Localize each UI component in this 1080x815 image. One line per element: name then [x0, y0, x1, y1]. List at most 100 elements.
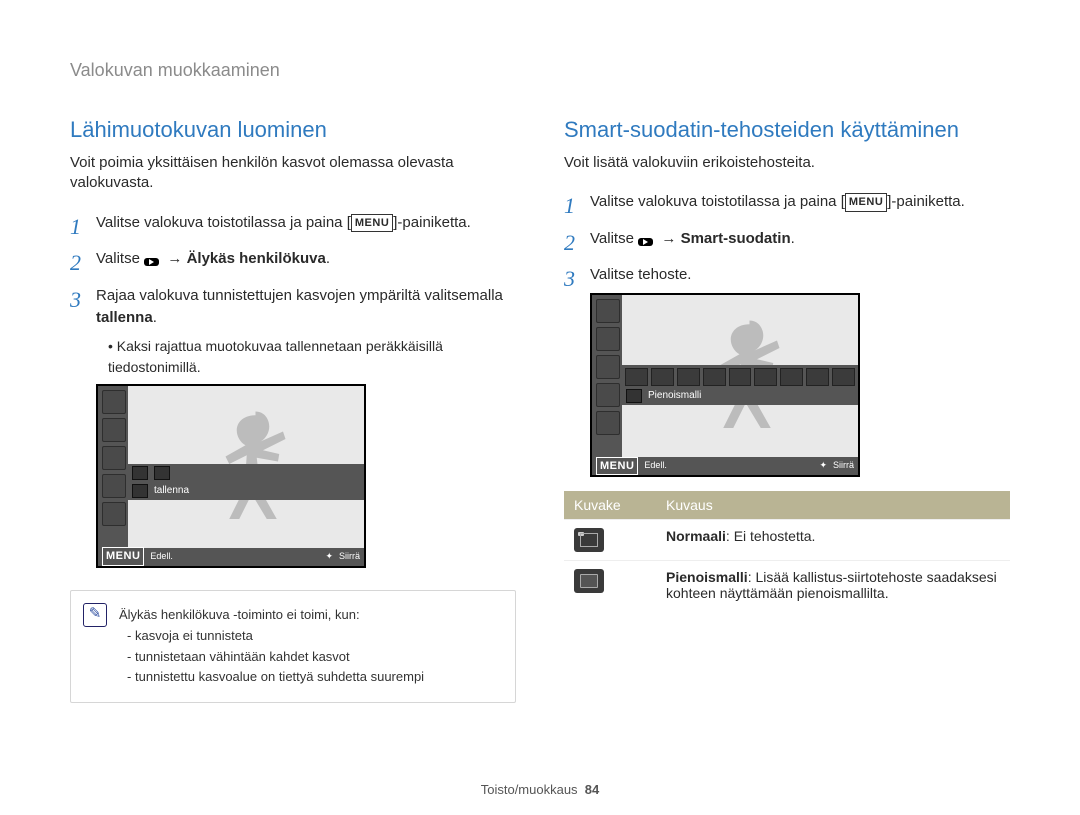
step-number: 3	[564, 262, 575, 295]
footer-page: 84	[585, 782, 599, 797]
note-intro: Älykäs henkilökuva -toiminto ei toimi, k…	[119, 605, 501, 625]
option-icon	[132, 484, 148, 498]
menu-chip: MENU	[845, 193, 887, 212]
selected-option: tallenna	[128, 482, 364, 500]
option-icon	[626, 389, 642, 403]
icon-table: Kuvake Kuvaus Normaali: Ei tehostetta. P…	[564, 491, 1010, 609]
thumb-icon	[832, 368, 855, 386]
tool-icon	[596, 327, 620, 351]
note-item: tunnistetaan vähintään kahdet kasvot	[135, 647, 501, 667]
menu-chip-icon: MENU	[102, 547, 144, 566]
step-1-text-post: ]-painiketta.	[393, 214, 471, 231]
left-column: Lähimuotokuvan luominen Voit poimia yksi…	[70, 117, 516, 703]
table-row: Pienoismalli: Lisää kallistus-siirtoteho…	[564, 560, 1010, 609]
step-3-text: Valitse tehoste.	[590, 266, 691, 283]
note-icon: ✎	[83, 603, 107, 627]
thumb-icon	[154, 466, 170, 480]
step-1-text-pre: Valitse valokuva toistotilassa ja paina …	[96, 214, 351, 231]
selected-option: Pienoismalli	[622, 387, 858, 405]
row1-bold: Normaali	[666, 528, 726, 544]
thumb-icon	[703, 368, 726, 386]
tool-icon	[102, 474, 126, 498]
breadcrumb: Valokuvan muokkaaminen	[70, 60, 1010, 81]
thumb-icon	[729, 368, 752, 386]
note-box: ✎ Älykäs henkilökuva -toiminto ei toimi,…	[70, 590, 516, 703]
th-desc: Kuvaus	[656, 491, 1010, 520]
step-number: 3	[70, 283, 81, 316]
step-3: 3 Rajaa valokuva tunnistettujen kasvojen…	[70, 285, 516, 568]
step-3: 3 Valitse tehoste.	[564, 264, 1010, 477]
back-label: Edell.	[644, 459, 667, 473]
step-3-bullet: Kaksi rajattua muotokuvaa tallennetaan p…	[96, 336, 516, 378]
note-list: kasvoja ei tunnisteta tunnistetaan vähin…	[119, 626, 501, 687]
note-item: tunnistettu kasvoalue on tiettyä suhdett…	[135, 667, 501, 687]
effect-off-icon	[574, 528, 604, 552]
camera-screen-left: tallenna MENU Edell. ✦ Siirrä	[96, 384, 366, 568]
option-label: Pienoismalli	[648, 388, 701, 403]
right-column: Smart-suodatin-tehosteiden käyttäminen V…	[564, 117, 1010, 703]
step-number: 1	[70, 210, 81, 243]
move-icon: ✦	[819, 459, 827, 473]
step-1-text-pre: Valitse valokuva toistotilassa ja paina …	[590, 193, 845, 210]
option-row	[128, 464, 364, 482]
thumb-icon	[132, 466, 148, 480]
back-label: Edell.	[150, 550, 173, 564]
row1-rest: : Ei tehostetta.	[726, 528, 816, 544]
page-footer: Toisto/muokkaus 84	[0, 782, 1080, 797]
thumb-icon	[806, 368, 829, 386]
step-3-text-c: .	[153, 309, 157, 326]
move-icon: ✦	[325, 550, 333, 564]
note-item: kasvoja ei tunnisteta	[135, 626, 501, 646]
heading-smart-filter: Smart-suodatin-tehosteiden käyttäminen	[564, 117, 1010, 143]
move-label: Siirrä	[339, 550, 360, 564]
thumb-icon	[780, 368, 803, 386]
menu-chip: MENU	[351, 214, 393, 233]
heading-close-up: Lähimuotokuvan luominen	[70, 117, 516, 143]
filter-thumbs	[622, 365, 858, 387]
side-toolbar	[592, 295, 622, 475]
play-icon	[144, 258, 159, 266]
step-1: 1 Valitse valokuva toistotilassa ja pain…	[564, 191, 1010, 214]
tool-icon	[596, 299, 620, 323]
step-number: 1	[564, 189, 575, 222]
cell-icon	[564, 560, 656, 609]
menu-chip-icon: MENU	[596, 457, 638, 476]
thumb-icon	[754, 368, 777, 386]
step-2: 2 Valitse → Älykäs henkilökuva.	[70, 248, 516, 271]
miniature-icon	[574, 569, 604, 593]
step-number: 2	[564, 226, 575, 259]
move-label: Siirrä	[833, 459, 854, 473]
play-icon	[638, 238, 653, 246]
cell-desc: Pienoismalli: Lisää kallistus-siirtoteho…	[656, 560, 1010, 609]
side-toolbar	[98, 386, 128, 566]
tool-icon	[596, 355, 620, 379]
step-2-link: Smart-suodatin	[681, 230, 791, 247]
screen-footer: MENU Edell. ✦ Siirrä	[98, 548, 364, 566]
table-row: Normaali: Ei tehostetta.	[564, 519, 1010, 560]
step-1: 1 Valitse valokuva toistotilassa ja pain…	[70, 212, 516, 235]
step-2-text-pre: Valitse	[590, 230, 638, 247]
th-icon: Kuvake	[564, 491, 656, 520]
step-1-text-post: ]-painiketta.	[887, 193, 965, 210]
tool-icon	[102, 390, 126, 414]
tool-icon	[102, 418, 126, 442]
option-label: tallenna	[154, 483, 189, 498]
thumb-icon	[625, 368, 648, 386]
tool-icon	[102, 502, 126, 526]
tool-icon	[596, 411, 620, 435]
step-number: 2	[70, 246, 81, 279]
step-3-text-a: Rajaa valokuva tunnistettujen kasvojen y…	[96, 287, 503, 304]
cell-icon	[564, 519, 656, 560]
step-2: 2 Valitse → Smart-suodatin.	[564, 228, 1010, 251]
thumb-icon	[677, 368, 700, 386]
cell-desc: Normaali: Ei tehostetta.	[656, 519, 1010, 560]
tool-icon	[102, 446, 126, 470]
row2-bold: Pienoismalli	[666, 569, 748, 585]
screen-footer: MENU Edell. ✦ Siirrä	[592, 457, 858, 475]
tool-icon	[596, 383, 620, 407]
step-3-bold: tallenna	[96, 309, 153, 326]
step-2-text-pre: Valitse	[96, 250, 144, 267]
thumb-icon	[651, 368, 674, 386]
footer-section: Toisto/muokkaus	[481, 782, 578, 797]
camera-screen-right: Pienoismalli MENU Edell. ✦ Siirrä	[590, 293, 860, 477]
